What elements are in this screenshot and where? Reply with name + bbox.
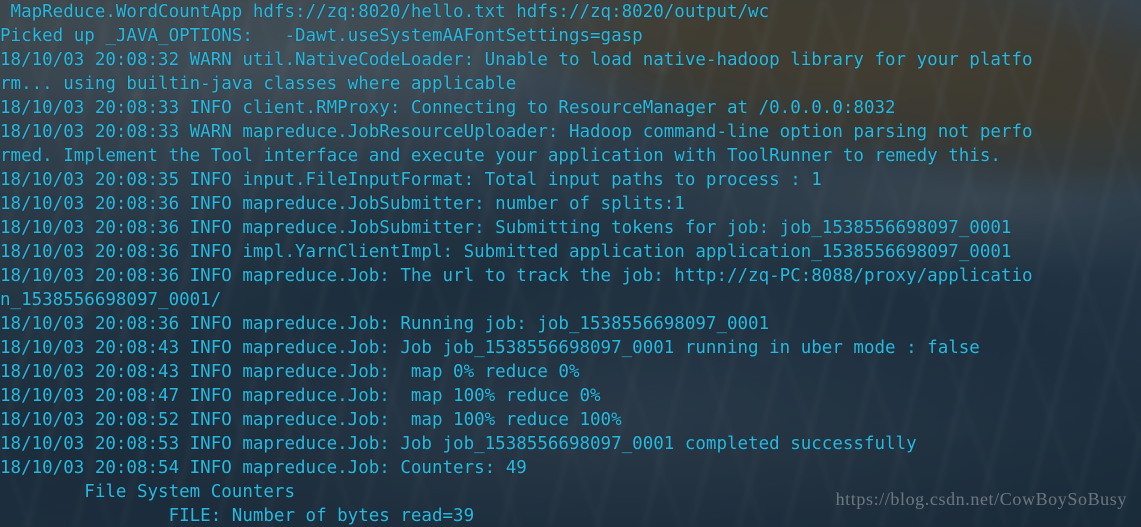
terminal-line: 18/10/03 20:08:36 INFO mapreduce.JobSubm… bbox=[0, 194, 685, 214]
terminal-line: 18/10/03 20:08:36 INFO mapreduce.Job: Ru… bbox=[0, 314, 770, 334]
terminal-line: 18/10/03 20:08:35 INFO input.FileInputFo… bbox=[0, 170, 822, 190]
terminal-line: 18/10/03 20:08:36 INFO impl.YarnClientIm… bbox=[0, 242, 1012, 262]
terminal-line: 18/10/03 20:08:32 WARN util.NativeCodeLo… bbox=[0, 50, 1033, 70]
terminal-line: rm... using builtin-java classes where a… bbox=[0, 74, 517, 94]
terminal-line: 18/10/03 20:08:47 INFO mapreduce.Job: ma… bbox=[0, 386, 601, 406]
terminal-line: 18/10/03 20:08:52 INFO mapreduce.Job: ma… bbox=[0, 410, 622, 430]
terminal-line: rmed. Implement the Tool interface and e… bbox=[0, 146, 1001, 166]
terminal-line: 18/10/03 20:08:54 INFO mapreduce.Job: Co… bbox=[0, 458, 527, 478]
terminal-line: 18/10/03 20:08:36 INFO mapreduce.JobSubm… bbox=[0, 218, 1012, 238]
terminal-line: Picked up _JAVA_OPTIONS: -Dawt.useSystem… bbox=[0, 26, 643, 46]
terminal-line: 18/10/03 20:08:53 INFO mapreduce.Job: Jo… bbox=[0, 434, 917, 454]
terminal-window: MapReduce.WordCountApp hdfs://zq:8020/he… bbox=[0, 0, 1141, 527]
terminal-line: 18/10/03 20:08:33 INFO client.RMProxy: C… bbox=[0, 98, 896, 118]
terminal-line: 18/10/03 20:08:33 WARN mapreduce.JobReso… bbox=[0, 122, 1033, 142]
watermark-text: https://blog.csdn.net/CowBoySoBusy bbox=[835, 489, 1127, 509]
terminal-line: n_1538556698097_0001/ bbox=[0, 290, 222, 310]
terminal-line: 18/10/03 20:08:43 INFO mapreduce.Job: Jo… bbox=[0, 338, 980, 358]
terminal-line: 18/10/03 20:08:36 INFO mapreduce.Job: Th… bbox=[0, 266, 1033, 286]
terminal-line: 18/10/03 20:08:43 INFO mapreduce.Job: ma… bbox=[0, 362, 580, 382]
terminal-line: MapReduce.WordCountApp hdfs://zq:8020/he… bbox=[0, 2, 770, 22]
terminal-output[interactable]: MapReduce.WordCountApp hdfs://zq:8020/he… bbox=[0, 0, 1141, 527]
